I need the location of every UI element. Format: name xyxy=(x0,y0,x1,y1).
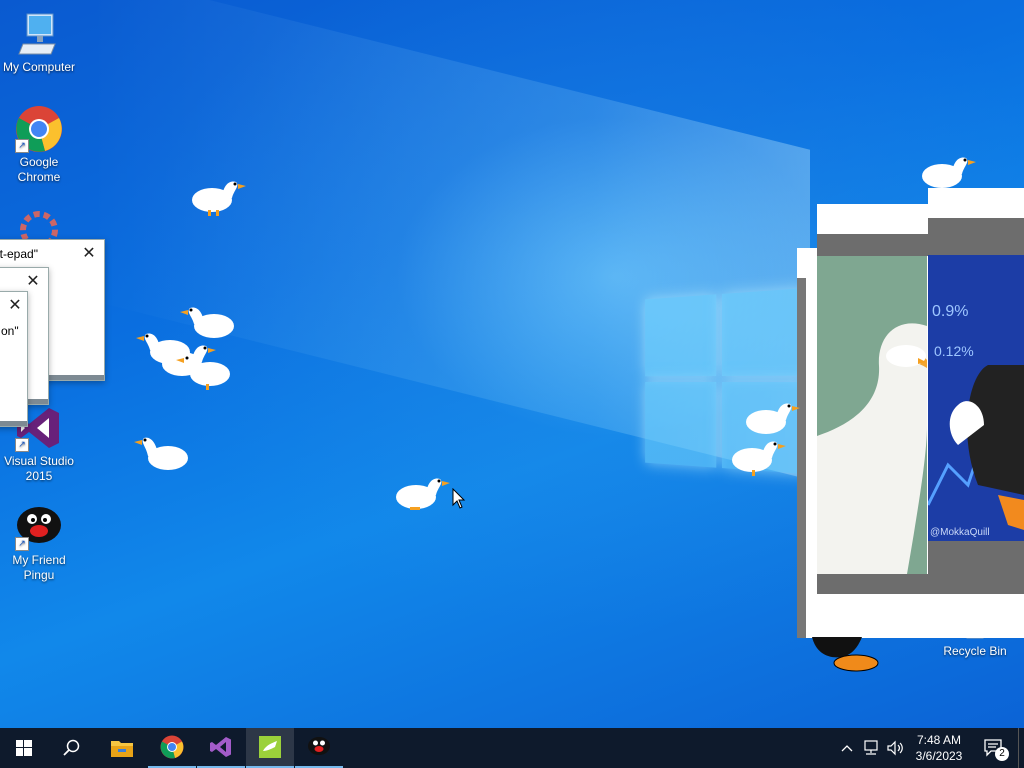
desktop[interactable]: My Computer ↗ Google Chrome ↗ Visual Stu… xyxy=(0,0,1024,728)
show-desktop-button[interactable] xyxy=(1018,728,1024,768)
taskbar-pingu[interactable] xyxy=(295,728,343,768)
desktop-icon-label: Google Chrome xyxy=(17,155,61,184)
desktop-icon-google-chrome[interactable]: ↗ Google Chrome xyxy=(1,105,77,185)
action-center-button[interactable]: 2 xyxy=(976,728,1012,768)
monitor-icon xyxy=(15,10,63,58)
chart-text-a: 0.9% xyxy=(932,303,969,320)
shortcut-arrow-icon: ↗ xyxy=(15,139,29,153)
goose-sprite[interactable] xyxy=(730,436,788,476)
speaker-icon xyxy=(887,740,903,756)
clock[interactable]: 7:48 AM 3/6/2023 xyxy=(908,728,970,768)
desktop-icon-label: Visual Studio 2015 xyxy=(4,454,74,483)
close-icon[interactable]: ✕ xyxy=(5,292,25,320)
desktop-icon-label: My Friend Pingu xyxy=(12,553,66,582)
taskbar-goose-notepad[interactable] xyxy=(246,728,294,768)
pingu-character[interactable] xyxy=(812,637,882,673)
window-text: on" xyxy=(1,324,19,338)
mouse-cursor-icon xyxy=(452,487,466,510)
clock-date: 3/6/2023 xyxy=(915,749,963,763)
taskbar-visual-studio[interactable] xyxy=(197,728,245,768)
goose-meme-image xyxy=(817,256,927,574)
start-icon xyxy=(16,740,32,756)
taskbar: 7:48 AM 3/6/2023 2 xyxy=(0,728,1024,768)
volume-button[interactable] xyxy=(884,728,906,768)
goose-sprite[interactable] xyxy=(134,432,192,472)
network-button[interactable] xyxy=(860,728,882,768)
notepad-window-3[interactable]: ✕ on" xyxy=(0,291,28,427)
search-icon xyxy=(63,739,80,756)
window-header xyxy=(817,234,929,256)
meme-credit: @MokkaQuill xyxy=(930,527,990,538)
window-header xyxy=(928,218,1024,255)
goose-sprite[interactable] xyxy=(190,176,248,216)
close-icon[interactable]: ✕ xyxy=(76,240,102,268)
start-button[interactable] xyxy=(0,728,48,768)
meme-window-goose[interactable] xyxy=(817,204,929,594)
goose-sprite[interactable] xyxy=(744,398,802,438)
goose-sprite[interactable] xyxy=(176,350,234,390)
goose-sprite[interactable] xyxy=(920,152,978,192)
window-footer xyxy=(817,574,929,594)
taskbar-chrome[interactable] xyxy=(148,728,196,768)
clock-time: 7:48 AM xyxy=(916,733,962,747)
chevron-up-icon xyxy=(841,745,853,752)
desktop-icon-my-friend-pingu[interactable]: ↗ My Friend Pingu xyxy=(1,503,77,583)
shortcut-arrow-icon: ↗ xyxy=(15,537,29,551)
shortcut-arrow-icon: ↗ xyxy=(15,438,29,452)
goose-sprite[interactable] xyxy=(394,473,452,513)
desktop-icon-label: My Computer xyxy=(2,60,76,74)
notification-badge: 2 xyxy=(995,747,1009,761)
chrome-icon xyxy=(160,735,184,759)
window-border xyxy=(797,278,806,638)
notepad-goose-icon xyxy=(259,736,281,758)
show-hidden-icons-button[interactable] xyxy=(838,728,856,768)
window-border xyxy=(0,421,27,426)
pingu-icon: ↗ xyxy=(15,503,63,551)
search-button[interactable] xyxy=(48,728,96,768)
visual-studio-icon xyxy=(210,737,231,757)
chrome-icon: ↗ xyxy=(15,105,63,153)
file-explorer-icon xyxy=(111,741,133,757)
pingu-icon xyxy=(308,737,330,755)
taskbar-file-explorer[interactable] xyxy=(98,728,146,768)
network-icon xyxy=(864,740,878,755)
desktop-icon-my-computer[interactable]: My Computer xyxy=(1,10,77,75)
desktop-icon-label: Recycle Bin xyxy=(943,644,1007,658)
stock-chart-meme-image: 0.9% 0.12% @MokkaQuill xyxy=(928,255,1024,541)
meme-window-stocks[interactable]: 0.9% 0.12% @MokkaQuill xyxy=(928,188,1024,594)
window-footer xyxy=(928,541,1024,594)
goose-sprite[interactable] xyxy=(884,336,942,376)
